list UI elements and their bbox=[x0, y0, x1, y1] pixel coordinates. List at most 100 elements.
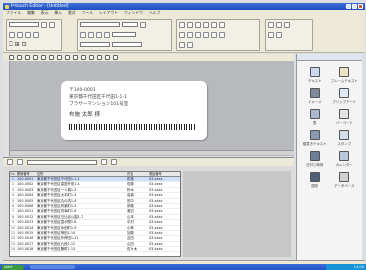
pen-tool-icon[interactable] bbox=[81, 55, 86, 60]
layout-icon-2[interactable] bbox=[187, 22, 193, 28]
frame-icon[interactable] bbox=[96, 32, 102, 38]
palette-item[interactable]: 縦書きテキスト bbox=[300, 130, 330, 146]
palette-item[interactable]: テキスト bbox=[300, 67, 330, 83]
cell: 鈴木 bbox=[127, 187, 134, 192]
align-left-icon[interactable]: ⎕ bbox=[9, 42, 13, 48]
maximize-button[interactable] bbox=[352, 4, 357, 9]
palette-item[interactable]: バーコード bbox=[330, 109, 360, 125]
open-icon[interactable] bbox=[25, 32, 31, 38]
grid-icon[interactable] bbox=[284, 22, 290, 28]
preview-icon[interactable] bbox=[17, 32, 23, 38]
cell: 佐々木 bbox=[127, 247, 138, 252]
rotate-icon[interactable] bbox=[179, 42, 185, 48]
cell: 100-0017 bbox=[17, 241, 34, 246]
palette-item[interactable]: 図形 bbox=[300, 172, 330, 188]
postal-barcode[interactable] bbox=[69, 124, 195, 130]
align-center-icon[interactable]: ⊞ bbox=[15, 42, 20, 48]
arrange-icon-1[interactable] bbox=[179, 32, 185, 38]
text-tool-icon[interactable] bbox=[49, 55, 54, 60]
property-dock-text bbox=[77, 19, 172, 51]
palette-item[interactable]: イメージ bbox=[300, 88, 330, 104]
taskbar-app-button[interactable] bbox=[30, 265, 75, 269]
underline-icon[interactable] bbox=[88, 32, 94, 38]
arrange-icon-4[interactable] bbox=[203, 32, 209, 38]
shape-tool-icon[interactable] bbox=[65, 55, 70, 60]
zoom-in-icon[interactable] bbox=[268, 22, 274, 28]
db-first-record-icon[interactable] bbox=[7, 159, 13, 165]
db-prev-record-icon[interactable] bbox=[17, 159, 23, 165]
layout-icon-4[interactable] bbox=[203, 22, 209, 28]
palette-item[interactable]: クリップアート bbox=[330, 88, 360, 104]
vertical-text-icon[interactable] bbox=[104, 32, 110, 38]
layout-icon-1[interactable] bbox=[179, 22, 185, 28]
layout-icon-3[interactable] bbox=[195, 22, 201, 28]
style-select[interactable] bbox=[112, 32, 136, 37]
select-arrow-icon[interactable] bbox=[9, 55, 14, 60]
save-icon[interactable] bbox=[33, 32, 39, 38]
zoom-out-icon[interactable] bbox=[276, 22, 282, 28]
arc-tool-icon[interactable] bbox=[57, 55, 62, 60]
db-search-field[interactable] bbox=[27, 159, 97, 165]
merge-icon[interactable] bbox=[276, 32, 282, 38]
database-toolbar bbox=[3, 158, 294, 166]
italic-icon[interactable] bbox=[80, 32, 86, 38]
column-header[interactable]: 電話番号 bbox=[148, 172, 180, 176]
close-button[interactable] bbox=[358, 4, 363, 9]
print-icon[interactable] bbox=[9, 32, 15, 38]
arrange-icon-2[interactable] bbox=[187, 32, 193, 38]
table-row[interactable]: 14 100-0018 東京都千代田区麹町1-13 佐々木 03-xxxx bbox=[10, 247, 180, 253]
align-tool-icon[interactable] bbox=[105, 55, 110, 60]
shadow-tool-icon[interactable] bbox=[97, 55, 102, 60]
db-last-record-icon[interactable] bbox=[111, 159, 117, 165]
column-header[interactable]: 住所 bbox=[36, 172, 126, 176]
arrange-icon-6[interactable] bbox=[219, 32, 225, 38]
color-tool-icon[interactable] bbox=[89, 55, 94, 60]
horizontal-scrollbar[interactable] bbox=[10, 150, 294, 155]
palette-item[interactable]: カレンダー bbox=[330, 151, 360, 167]
tape-icon[interactable] bbox=[41, 22, 47, 28]
database-icon[interactable] bbox=[268, 32, 274, 38]
line-spacing-field[interactable] bbox=[112, 42, 142, 47]
palette-label: 表 bbox=[313, 121, 317, 125]
palette-item[interactable]: スタンプ bbox=[330, 130, 360, 146]
palette-item[interactable]: 日付と時刻 bbox=[300, 151, 330, 167]
orientation-icon[interactable] bbox=[49, 22, 55, 28]
start-button[interactable]: start bbox=[2, 264, 24, 270]
palette-item[interactable]: データベース bbox=[330, 172, 360, 188]
db-next-record-icon[interactable] bbox=[101, 159, 107, 165]
label-building-text[interactable]: ブラザーマンション101号室 bbox=[69, 101, 128, 107]
palette-item[interactable]: 表 bbox=[300, 109, 330, 125]
column-header[interactable]: 郵便番号 bbox=[16, 172, 36, 176]
palette-icon bbox=[309, 130, 320, 140]
tape-width-select[interactable] bbox=[9, 22, 39, 27]
minimize-button[interactable] bbox=[346, 4, 351, 9]
flip-icon[interactable] bbox=[187, 42, 193, 48]
label-zip-text[interactable]: 〒100-0001 bbox=[69, 87, 96, 93]
label-preview[interactable]: 〒100-0001 東京都千代田区千代田1-1-1 ブラザーマンション101号室… bbox=[61, 81, 207, 140]
ellipse-tool-icon[interactable] bbox=[41, 55, 46, 60]
font-size-select[interactable] bbox=[122, 22, 138, 27]
fill-tool-icon[interactable] bbox=[73, 55, 78, 60]
column-header[interactable]: 氏名 bbox=[126, 172, 148, 176]
database-table[interactable]: No. 郵便番号 住所 氏名 電話番号 1 100-0001 東京都千代田区千代田1… bbox=[9, 171, 181, 257]
font-select[interactable] bbox=[80, 22, 120, 27]
label-address-text[interactable]: 東京都千代田区千代田1-1-1 bbox=[69, 94, 127, 100]
polyline-tool-icon[interactable] bbox=[25, 55, 30, 60]
line-tool-icon[interactable] bbox=[17, 55, 22, 60]
cell: 東京都千代田区千代田1-1-1 bbox=[37, 177, 80, 181]
cell: 03-xxxx bbox=[149, 203, 163, 208]
rectangle-tool-icon[interactable] bbox=[33, 55, 38, 60]
group-tool-icon[interactable] bbox=[113, 55, 118, 60]
bold-icon[interactable] bbox=[140, 22, 146, 28]
cell: 100-0006 bbox=[17, 203, 34, 208]
layout-icon-6[interactable] bbox=[219, 22, 225, 28]
cell: 03-xxxx bbox=[149, 193, 163, 198]
label-name-text[interactable]: 布施 太郎 様 bbox=[69, 110, 100, 118]
char-spacing-field[interactable] bbox=[80, 42, 110, 47]
layout-icon-5[interactable] bbox=[211, 22, 217, 28]
arrange-icon-5[interactable] bbox=[211, 32, 217, 38]
palette-item[interactable]: フレームテキスト bbox=[330, 67, 360, 83]
cell: 100-0001 bbox=[17, 177, 34, 181]
arrange-icon-3[interactable] bbox=[195, 32, 201, 38]
align-right-icon[interactable]: ⊡ bbox=[22, 42, 27, 48]
